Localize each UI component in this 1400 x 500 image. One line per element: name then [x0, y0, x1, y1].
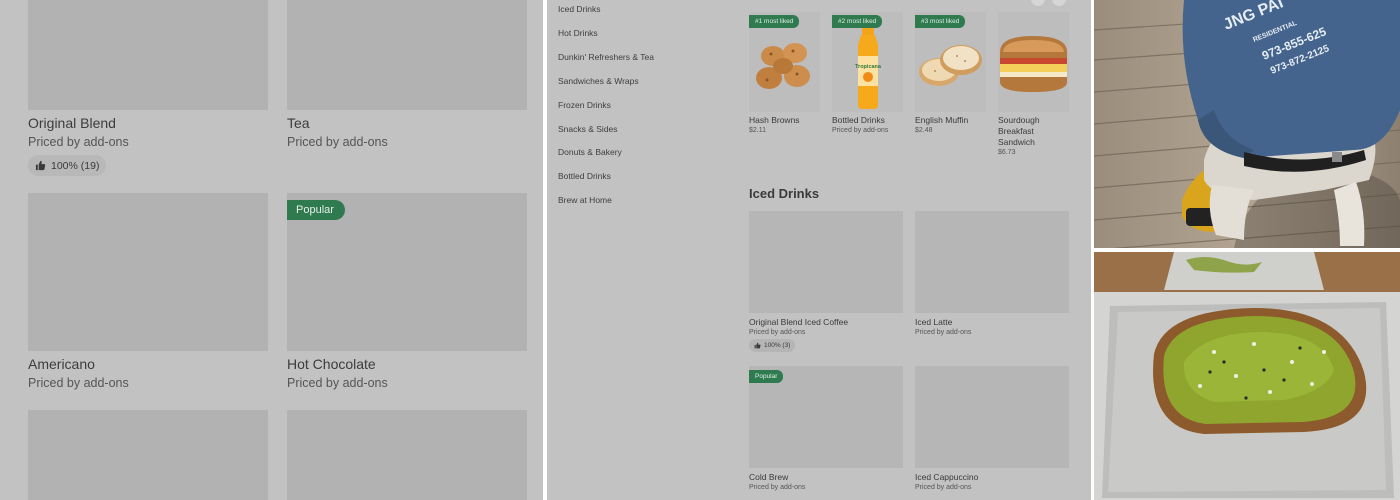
rating-pill: 100% (19): [28, 155, 107, 176]
item-name: Hot Chocolate: [287, 356, 376, 372]
item-name: Bottled Drinks: [832, 115, 885, 125]
sidebar-item-bottled[interactable]: Bottled Drinks: [558, 171, 611, 181]
sidebar-item-frozen[interactable]: Frozen Drinks: [558, 100, 611, 110]
rating-text: 100% (3): [764, 342, 791, 349]
item-name: Cold Brew: [749, 472, 789, 482]
item-price: Priced by add-ons: [287, 376, 388, 390]
item-image[interactable]: #1 most liked: [749, 12, 820, 112]
sidebar-item-sandwiches[interactable]: Sandwiches & Wraps: [558, 76, 639, 86]
carousel-next-button[interactable]: [1052, 0, 1066, 6]
bottle-label: Tropicana: [855, 64, 882, 70]
thumbs-up-icon: [35, 160, 46, 171]
item-price: $2.11: [749, 127, 766, 134]
most-liked-badge: #2 most liked: [832, 15, 883, 28]
sandwich-icon: [1000, 36, 1067, 92]
item-image[interactable]: #3 most liked: [915, 12, 986, 112]
photo-avocado-toast: [1094, 252, 1400, 500]
item-image-placeholder[interactable]: [28, 0, 268, 110]
thumbs-up-icon: [754, 342, 761, 349]
most-liked-badge: #3 most liked: [915, 15, 966, 28]
menu-panel-middle: Iced Drinks Hot Drinks Dunkin' Refresher…: [547, 0, 1091, 500]
sidebar-item-refreshers[interactable]: Dunkin' Refreshers & Tea: [558, 52, 654, 62]
item-name: Original Blend Iced Coffee: [749, 317, 849, 327]
item-image-placeholder[interactable]: Popular: [749, 366, 903, 468]
item-price: Priced by add-ons: [832, 127, 889, 134]
item-price: Priced by add-ons: [28, 135, 129, 149]
item-name: Hash Browns: [749, 115, 800, 125]
item-price: Priced by add-ons: [915, 329, 972, 336]
item-image-placeholder[interactable]: [749, 211, 903, 313]
item-name: Sourdough Breakfast Sandwich: [998, 115, 1040, 147]
sidebar-item-snacks[interactable]: Snacks & Sides: [558, 124, 618, 134]
item-price: $2.48: [915, 127, 933, 134]
item-image-placeholder[interactable]: [28, 193, 268, 351]
most-liked-badge: #1 most liked: [749, 15, 800, 28]
avocado-toast-illustration: [1094, 252, 1400, 500]
menu-card-original-blend-iced-coffee[interactable]: Original Blend Iced Coffee Priced by add…: [749, 211, 903, 354]
menu-card-iced-latte[interactable]: Iced Latte Priced by add-ons: [915, 211, 1069, 336]
menu-card-cold-brew[interactable]: Popular Cold Brew Priced by add-ons: [749, 366, 903, 491]
sidebar-item-hot-drinks[interactable]: Hot Drinks: [558, 28, 598, 38]
item-image-placeholder[interactable]: Popular: [287, 193, 527, 351]
worker-photo-illustration: JNG PAI RESIDENTIAL 973-855-625 973-872-…: [1094, 0, 1400, 248]
popular-badge: Popular: [749, 370, 784, 383]
item-image[interactable]: [998, 12, 1069, 112]
item-name: Iced Latte: [915, 317, 953, 327]
menu-card[interactable]: [28, 410, 268, 500]
most-liked-card-bottled-drinks[interactable]: Tropicana #2 most liked Bottled Drinks P…: [832, 12, 903, 134]
sidebar-item-brew-at-home[interactable]: Brew at Home: [558, 195, 612, 205]
rating-pill: 100% (3): [749, 339, 796, 352]
menu-card-iced-cappuccino[interactable]: Iced Cappuccino Priced by add-ons: [915, 366, 1069, 491]
menu-card-tea[interactable]: Tea Priced by add-ons: [287, 0, 527, 151]
item-name: Original Blend: [28, 115, 116, 131]
most-liked-card-english-muffin[interactable]: #3 most liked English Muffin $2.48: [915, 12, 986, 134]
item-price: Priced by add-ons: [915, 484, 972, 491]
item-image-placeholder[interactable]: [915, 366, 1069, 468]
sidebar-item-iced-drinks[interactable]: Iced Drinks: [558, 4, 601, 14]
english-muffin-icon: [919, 45, 982, 86]
most-liked-card-hash-browns[interactable]: #1 most liked Hash Browns $2.11: [749, 12, 820, 134]
item-price: $6.73: [998, 149, 1016, 156]
orange-juice-bottle-icon: Tropicana: [855, 26, 882, 109]
menu-card-hot-chocolate[interactable]: Popular Hot Chocolate Priced by add-ons: [287, 193, 527, 392]
hash-browns-icon: [756, 43, 810, 89]
item-name: English Muffin: [915, 115, 969, 125]
item-name: Americano: [28, 356, 95, 372]
menu-panel-left: Original Blend Priced by add-ons 100% (1…: [0, 0, 543, 500]
item-image-placeholder[interactable]: [28, 410, 268, 500]
menu-card-americano[interactable]: Americano Priced by add-ons: [28, 193, 268, 392]
photo-worker-on-deck: JNG PAI RESIDENTIAL 973-855-625 973-872-…: [1094, 0, 1400, 248]
item-price: Priced by add-ons: [749, 484, 806, 491]
item-image[interactable]: Tropicana #2 most liked: [832, 12, 903, 112]
menu-card[interactable]: [287, 410, 527, 500]
item-price: Priced by add-ons: [749, 329, 806, 336]
item-image-placeholder[interactable]: [915, 211, 1069, 313]
item-image-placeholder[interactable]: [287, 0, 527, 110]
rating-text: 100% (19): [51, 159, 100, 172]
section-title-iced-drinks: Iced Drinks: [749, 186, 820, 201]
item-name: Tea: [287, 115, 310, 131]
item-price: Priced by add-ons: [287, 135, 388, 149]
item-price: Priced by add-ons: [28, 376, 129, 390]
menu-card-original-blend[interactable]: Original Blend Priced by add-ons 100% (1…: [28, 0, 268, 176]
sidebar-item-donuts[interactable]: Donuts & Bakery: [558, 147, 622, 157]
most-liked-card-sourdough-sandwich[interactable]: Sourdough Breakfast Sandwich $6.73: [998, 12, 1069, 156]
item-name: Iced Cappuccino: [915, 472, 979, 482]
item-image-placeholder[interactable]: [287, 410, 527, 500]
popular-badge: Popular: [287, 200, 345, 220]
carousel-prev-button[interactable]: [1031, 0, 1045, 6]
